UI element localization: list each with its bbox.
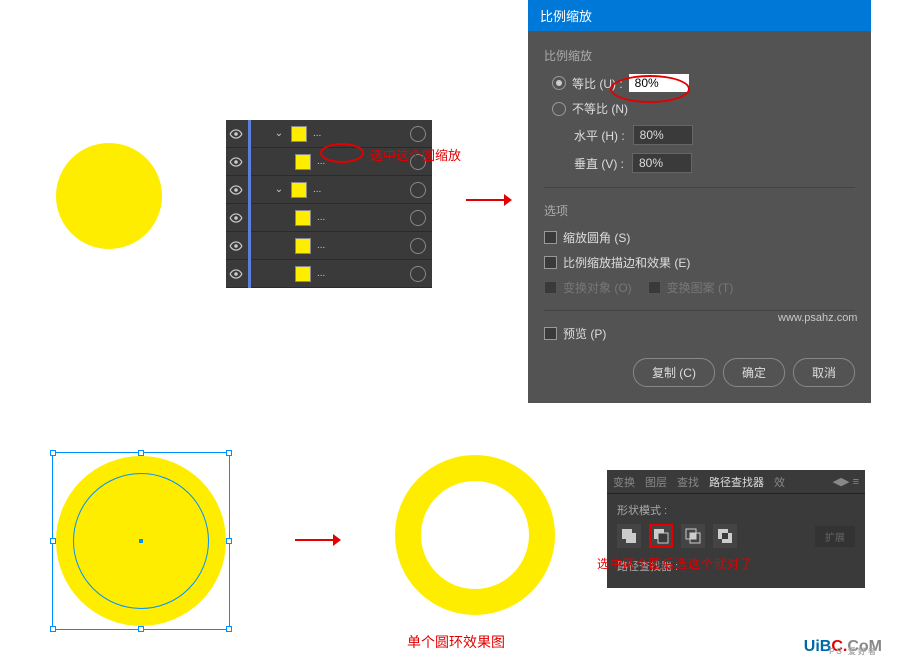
target-icon[interactable] xyxy=(410,182,426,198)
highlight-oval xyxy=(320,143,364,163)
target-icon[interactable] xyxy=(410,266,426,282)
cancel-button[interactable]: 取消 xyxy=(793,358,855,387)
nonuniform-radio[interactable] xyxy=(552,102,566,116)
minus-front-icon[interactable] xyxy=(649,524,673,548)
scale-corners-checkbox[interactable] xyxy=(544,231,557,244)
visibility-icon[interactable] xyxy=(226,152,246,172)
transform-objects-label: 变换对象 (O) xyxy=(563,279,632,296)
horizontal-label: 水平 (H) : xyxy=(574,127,625,144)
target-icon[interactable] xyxy=(410,210,426,226)
expand-icon[interactable]: ⌄ xyxy=(271,184,287,195)
dialog-title: 比例缩放 xyxy=(528,0,871,31)
target-icon[interactable] xyxy=(410,126,426,142)
exclude-icon[interactable] xyxy=(713,524,737,548)
target-icon[interactable] xyxy=(410,238,426,254)
scale-corners-label: 缩放圆角 (S) xyxy=(563,229,630,246)
ok-button[interactable]: 确定 xyxy=(723,358,785,387)
layer-row[interactable]: ⌄ ... xyxy=(226,176,432,204)
layer-swatch xyxy=(295,210,311,226)
arrow-right-icon xyxy=(295,530,341,555)
layer-row[interactable]: ... xyxy=(226,260,432,288)
ring-result xyxy=(395,455,555,615)
expand-button[interactable]: 扩展 xyxy=(815,526,855,547)
visibility-icon[interactable] xyxy=(226,264,246,284)
tab-layers[interactable]: 图层 xyxy=(645,474,667,490)
callout-pathfinder: 选中两个圆后选这个就对了 xyxy=(597,555,753,572)
visibility-icon[interactable] xyxy=(226,208,246,228)
layer-swatch xyxy=(291,126,307,142)
layer-swatch xyxy=(295,266,311,282)
layer-row[interactable]: ... xyxy=(226,204,432,232)
callout-select-circle: 选中这个圆缩放 xyxy=(370,145,461,164)
tab-transform[interactable]: 变换 xyxy=(613,474,635,490)
nonuniform-label: 不等比 (N) xyxy=(572,100,628,117)
visibility-icon[interactable] xyxy=(226,180,246,200)
transform-objects-checkbox xyxy=(544,281,557,294)
uniform-radio[interactable] xyxy=(552,76,566,90)
vertical-label: 垂直 (V) : xyxy=(574,155,624,172)
layer-swatch xyxy=(295,238,311,254)
visibility-icon[interactable] xyxy=(226,124,246,144)
preview-label: 预览 (P) xyxy=(563,325,606,342)
highlight-oval xyxy=(610,75,690,103)
tab-pathfinder[interactable]: 路径查找器 xyxy=(709,474,764,490)
watermark-url: www.psahz.com xyxy=(778,312,857,324)
result-label: 单个圆环效果图 xyxy=(407,632,505,652)
layer-swatch xyxy=(295,154,311,170)
arrow-right-icon xyxy=(466,190,512,215)
horizontal-input[interactable] xyxy=(633,125,693,145)
two-circles-selected xyxy=(56,456,226,626)
watermark-logo: UiBC.CoM PS 爱好者 xyxy=(804,638,882,656)
scale-dialog: 比例缩放 比例缩放 等比 (U) : 不等比 (N) 水平 (H) : 垂直 (… xyxy=(528,0,871,403)
layer-row[interactable]: ... xyxy=(226,232,432,260)
copy-button[interactable]: 复制 (C) xyxy=(633,358,715,387)
scale-strokes-label: 比例缩放描边和效果 (E) xyxy=(563,254,690,271)
preview-checkbox[interactable] xyxy=(544,327,557,340)
layer-swatch xyxy=(291,182,307,198)
tab-effects[interactable]: 效 xyxy=(774,474,785,490)
unite-icon[interactable] xyxy=(617,524,641,548)
options-label: 选项 xyxy=(544,202,855,219)
visibility-icon[interactable] xyxy=(226,236,246,256)
panel-menu-icon[interactable]: ◀▶ ≡ xyxy=(833,475,859,488)
yellow-circle-preview xyxy=(56,143,162,249)
expand-icon[interactable]: ⌄ xyxy=(271,128,287,139)
transform-patterns-label: 变换图案 (T) xyxy=(667,279,734,296)
transform-patterns-checkbox xyxy=(648,281,661,294)
scale-group-label: 比例缩放 xyxy=(544,47,855,64)
tab-find[interactable]: 查找 xyxy=(677,474,699,490)
intersect-icon[interactable] xyxy=(681,524,705,548)
scale-strokes-checkbox[interactable] xyxy=(544,256,557,269)
vertical-input[interactable] xyxy=(632,153,692,173)
shape-modes-label: 形状模式 : xyxy=(617,502,855,518)
